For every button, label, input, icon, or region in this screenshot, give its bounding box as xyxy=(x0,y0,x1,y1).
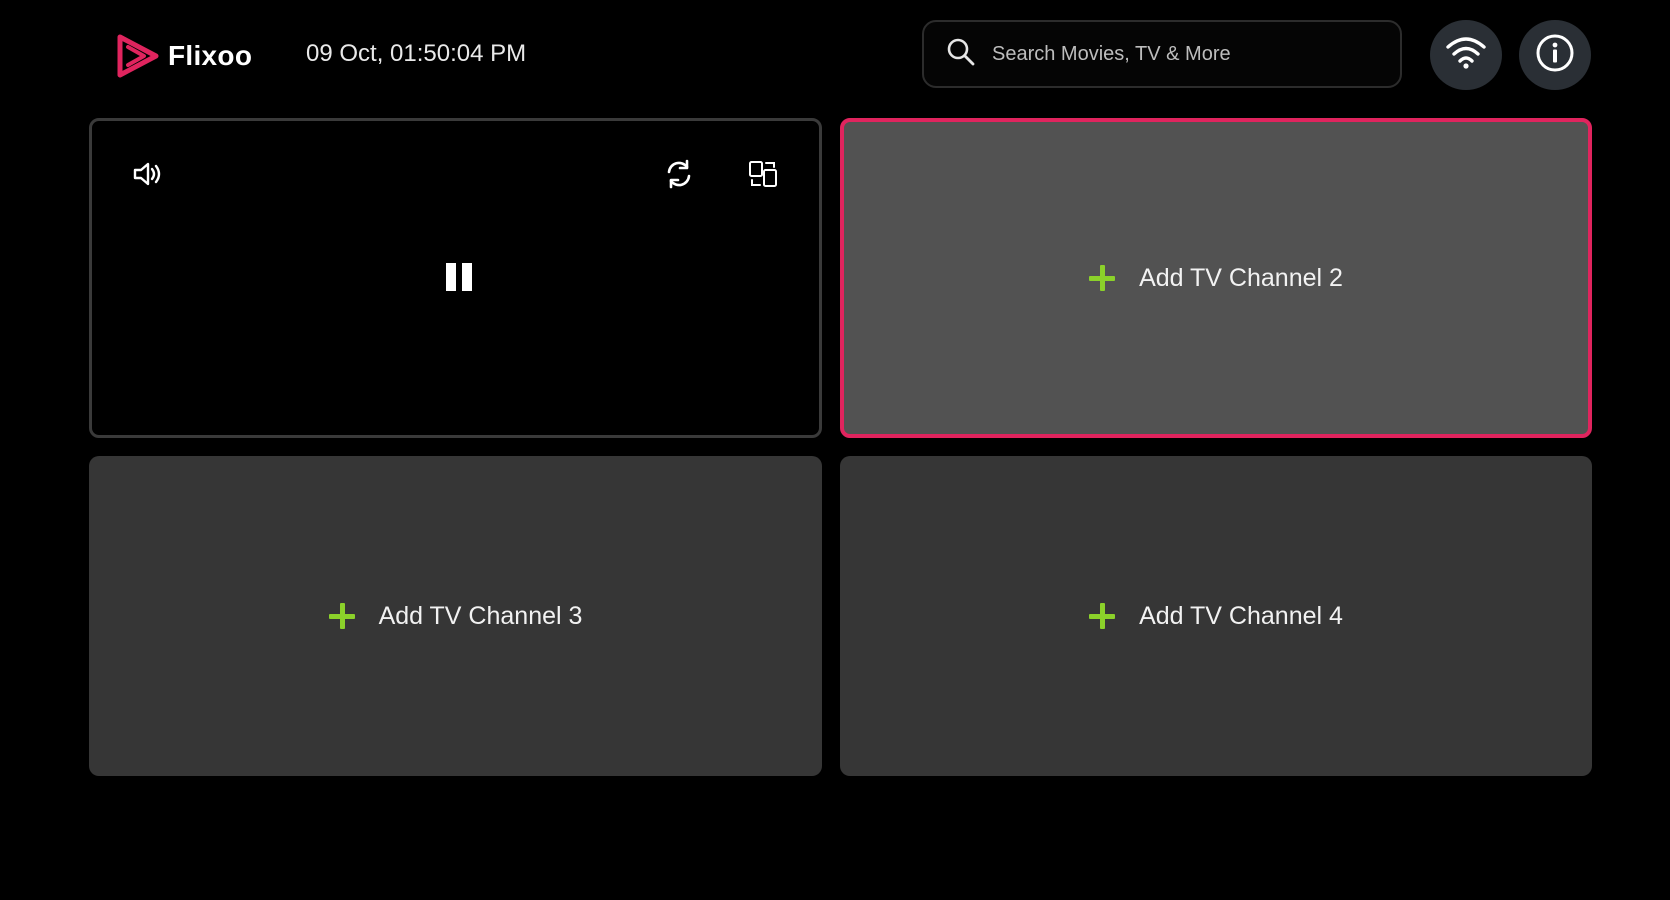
plus-icon xyxy=(328,603,355,629)
switch-layout-icon xyxy=(747,158,779,195)
wifi-icon xyxy=(1445,35,1487,76)
add-channel-label: Add TV Channel 4 xyxy=(1139,601,1343,630)
search-icon xyxy=(946,37,976,72)
volume-button[interactable] xyxy=(128,157,166,195)
add-channel-label: Add TV Channel 3 xyxy=(378,601,583,630)
refresh-icon xyxy=(663,158,695,195)
app-root: Flixoo 09 Oct, 01:50:04 PM Search Movies… xyxy=(0,0,1670,900)
wifi-button[interactable] xyxy=(1430,20,1502,90)
plus-icon xyxy=(1089,603,1116,629)
switch-layout-button[interactable] xyxy=(744,157,782,195)
add-tv-channel-2-button[interactable]: Add TV Channel 2 xyxy=(840,118,1592,438)
search-input[interactable] xyxy=(990,41,1394,67)
datetime-display: 09 Oct, 01:50:04 PM xyxy=(306,40,527,67)
refresh-button[interactable] xyxy=(660,157,698,195)
add-tv-channel-3-button[interactable]: Add TV Channel 3 xyxy=(89,456,822,776)
add-channel-label: Add TV Channel 2 xyxy=(1139,263,1343,292)
volume-icon xyxy=(131,159,163,194)
plus-icon xyxy=(1089,265,1116,291)
search-bar[interactable] xyxy=(922,20,1402,88)
add-tv-channel-4-button[interactable]: Add TV Channel 4 xyxy=(840,456,1592,776)
logo-text: Flixoo xyxy=(168,40,253,71)
info-button[interactable] xyxy=(1519,20,1591,90)
flixoo-play-logo-icon xyxy=(114,31,164,81)
player-tile-channel-1[interactable] xyxy=(89,118,822,438)
pause-button[interactable] xyxy=(441,261,477,297)
pause-icon xyxy=(443,261,475,298)
app-logo[interactable]: Flixoo xyxy=(114,28,252,84)
info-icon xyxy=(1534,32,1576,79)
